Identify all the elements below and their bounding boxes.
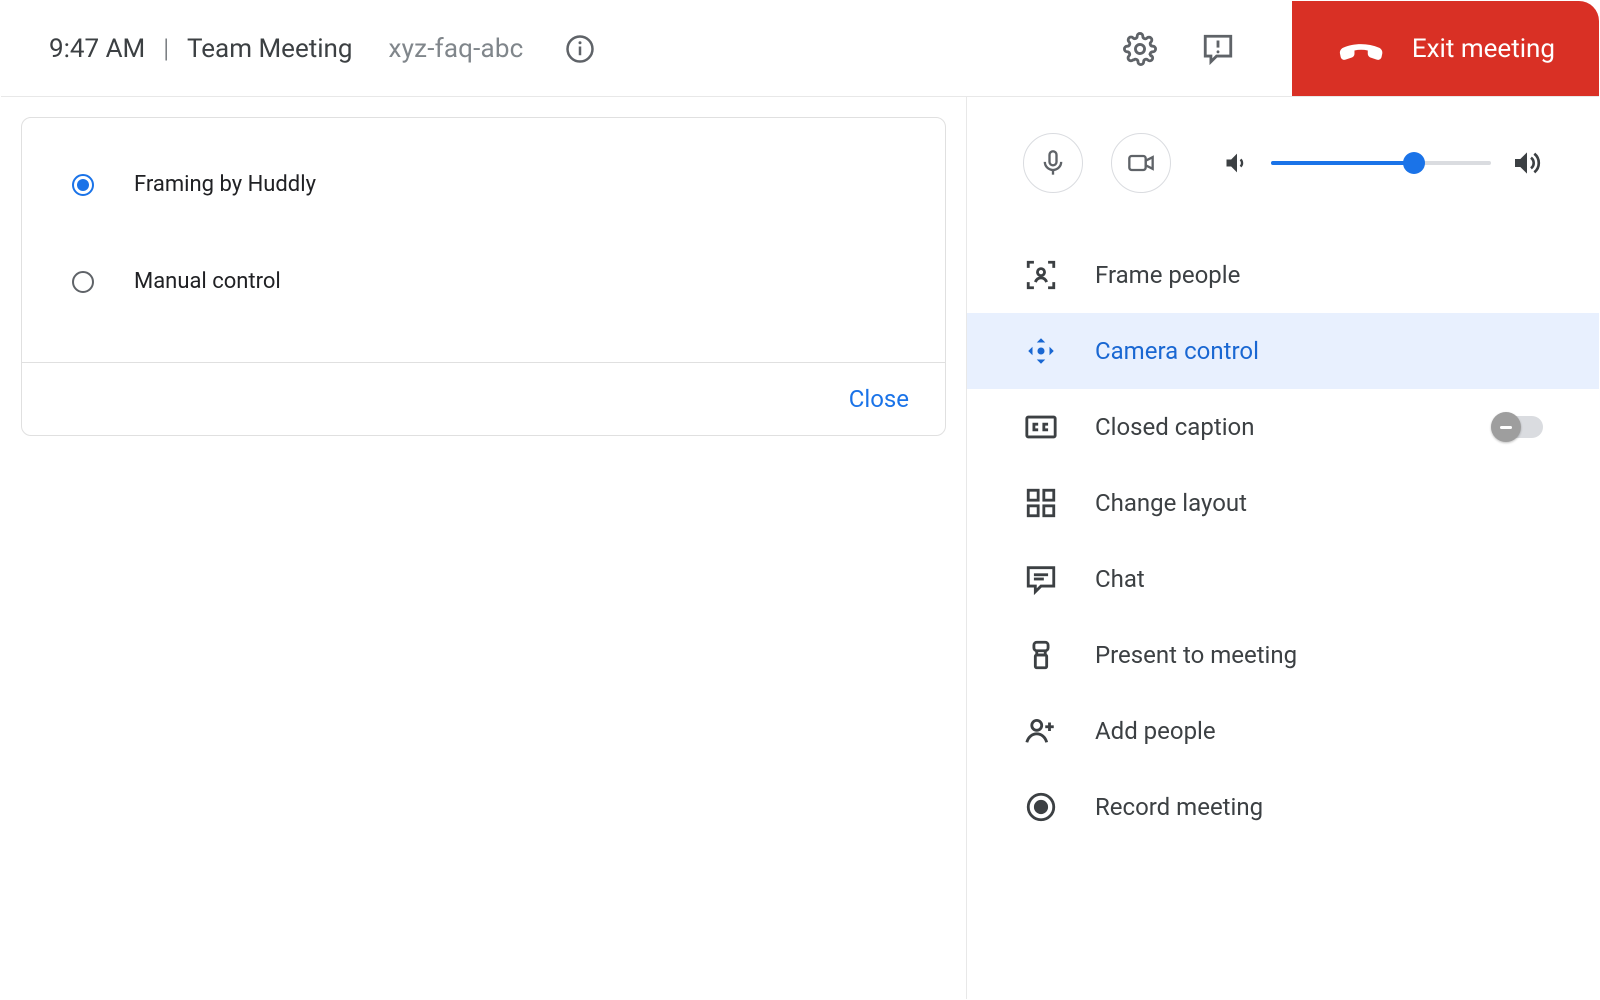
option-label: Framing by Huddly — [134, 172, 316, 197]
menu-present[interactable]: Present to meeting — [967, 617, 1599, 693]
exit-meeting-label: Exit meeting — [1412, 34, 1555, 64]
camera-control-icon — [1023, 333, 1059, 369]
menu-label: Closed caption — [1095, 413, 1455, 441]
settings-button[interactable] — [1116, 25, 1164, 73]
media-controls — [967, 97, 1599, 227]
feedback-icon — [1201, 32, 1235, 66]
menu-record[interactable]: Record meeting — [967, 769, 1599, 845]
closed-caption-icon — [1023, 409, 1059, 445]
menu-closed-caption[interactable]: Closed caption — [967, 389, 1599, 465]
meeting-name: Team Meeting — [187, 34, 353, 64]
volume-slider-thumb[interactable] — [1403, 152, 1425, 174]
header-left: 9:47 AM | Team Meeting xyz-faq-abc — [49, 25, 604, 73]
info-icon[interactable] — [556, 25, 604, 73]
menu-label: Present to meeting — [1095, 641, 1543, 669]
present-icon — [1023, 637, 1059, 673]
header-right: Exit meeting — [1116, 1, 1599, 96]
meeting-code: xyz-faq-abc — [389, 34, 524, 64]
header-separator: | — [163, 34, 169, 64]
volume-high-icon — [1511, 147, 1543, 179]
mic-icon — [1039, 149, 1067, 177]
chat-icon — [1023, 561, 1059, 597]
option-framing-huddly[interactable]: Framing by Huddly — [72, 148, 925, 221]
camera-icon — [1127, 149, 1155, 177]
camera-toggle-button[interactable] — [1111, 133, 1171, 193]
clock-time: 9:47 AM — [49, 34, 145, 64]
menu-label: Chat — [1095, 565, 1543, 593]
sidebar-menu: Frame people Camera control Closed capti… — [967, 227, 1599, 845]
option-manual-control[interactable]: Manual control — [72, 245, 925, 318]
change-layout-icon — [1023, 485, 1059, 521]
volume-control — [1223, 147, 1543, 179]
menu-change-layout[interactable]: Change layout — [967, 465, 1599, 541]
menu-label: Frame people — [1095, 261, 1543, 289]
menu-frame-people[interactable]: Frame people — [967, 237, 1599, 313]
gear-icon — [1123, 32, 1157, 66]
closed-caption-toggle[interactable] — [1491, 416, 1543, 438]
feedback-button[interactable] — [1194, 25, 1242, 73]
mic-toggle-button[interactable] — [1023, 133, 1083, 193]
menu-label: Change layout — [1095, 489, 1543, 517]
menu-label: Record meeting — [1095, 793, 1543, 821]
left-pane: Framing by Huddly Manual control Close — [1, 97, 967, 999]
volume-low-icon — [1223, 149, 1251, 177]
card-footer: Close — [22, 362, 945, 435]
menu-label: Camera control — [1095, 337, 1543, 365]
hangup-icon — [1332, 20, 1390, 78]
header: 9:47 AM | Team Meeting xyz-faq-abc Exit … — [1, 1, 1599, 97]
menu-add-people[interactable]: Add people — [967, 693, 1599, 769]
camera-control-card: Framing by Huddly Manual control Close — [21, 117, 946, 436]
content: Framing by Huddly Manual control Close — [1, 97, 1599, 999]
card-body: Framing by Huddly Manual control — [22, 118, 945, 362]
radio-unselected-icon — [72, 271, 94, 293]
record-icon — [1023, 789, 1059, 825]
radio-selected-icon — [72, 174, 94, 196]
menu-label: Add people — [1095, 717, 1543, 745]
option-label: Manual control — [134, 269, 281, 294]
volume-slider-fill — [1271, 161, 1414, 165]
volume-slider[interactable] — [1271, 161, 1491, 165]
menu-chat[interactable]: Chat — [967, 541, 1599, 617]
frame-people-icon — [1023, 257, 1059, 293]
exit-meeting-button[interactable]: Exit meeting — [1292, 1, 1599, 96]
menu-camera-control[interactable]: Camera control — [967, 313, 1599, 389]
add-people-icon — [1023, 713, 1059, 749]
close-button[interactable]: Close — [849, 385, 909, 413]
sidebar: Frame people Camera control Closed capti… — [967, 97, 1599, 999]
